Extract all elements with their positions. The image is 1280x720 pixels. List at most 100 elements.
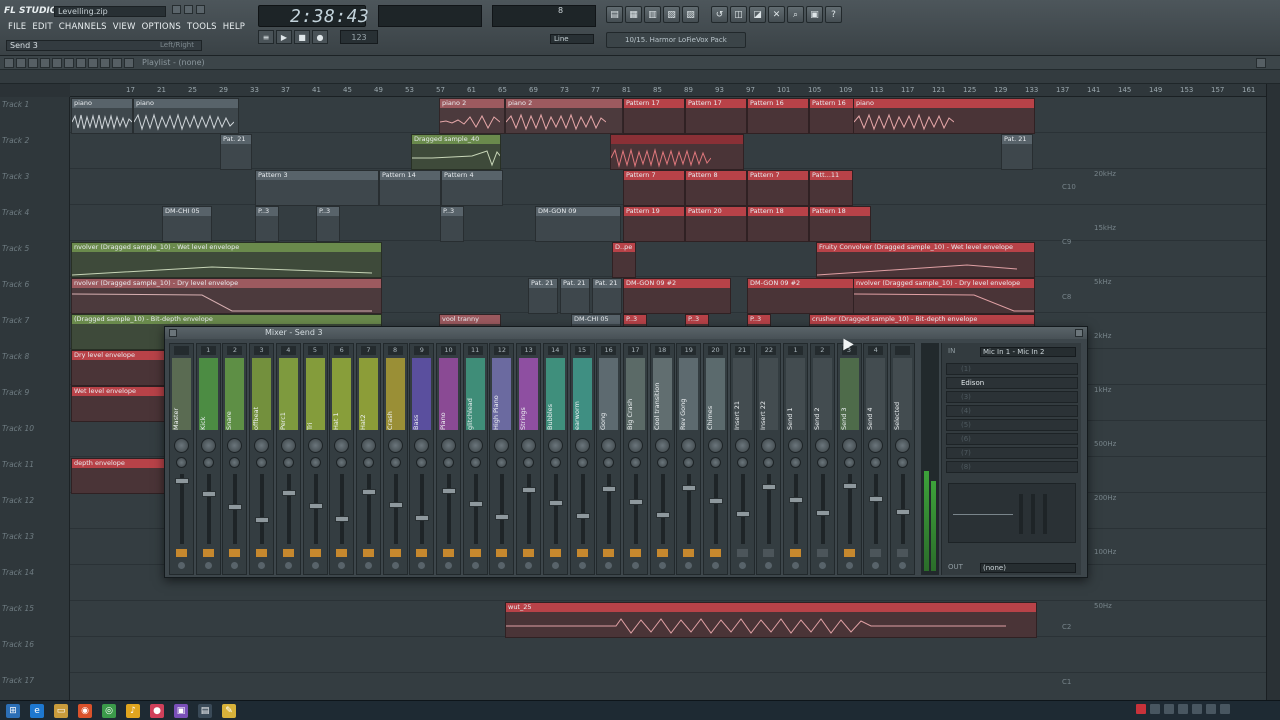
route-button[interactable] bbox=[176, 549, 187, 557]
route-button[interactable] bbox=[469, 549, 481, 557]
menu-file[interactable]: FILE bbox=[8, 22, 26, 34]
volume-fader[interactable] bbox=[682, 485, 697, 491]
clip[interactable]: Pattern 7 bbox=[747, 170, 809, 206]
explorer-icon[interactable]: ▭ bbox=[54, 703, 68, 718]
track-label[interactable]: Track 8 bbox=[2, 352, 29, 361]
strip-led[interactable] bbox=[818, 562, 826, 569]
volume-fader[interactable] bbox=[201, 491, 216, 497]
clip[interactable]: DM-GON 09 bbox=[535, 206, 621, 242]
track-label[interactable]: Track 9 bbox=[2, 388, 29, 397]
record-icon[interactable]: ● bbox=[312, 30, 328, 44]
pan-knob[interactable] bbox=[174, 438, 189, 453]
clip[interactable]: Pattern 17 bbox=[623, 98, 685, 134]
playlist-icon[interactable]: ▤ bbox=[606, 6, 623, 23]
pan-knob[interactable] bbox=[360, 438, 376, 453]
clip[interactable]: piano bbox=[853, 98, 1035, 134]
route-button[interactable] bbox=[443, 549, 454, 557]
minimize-icon[interactable] bbox=[172, 5, 181, 14]
playlist-close-icon[interactable] bbox=[1256, 58, 1266, 68]
mute-tool-icon[interactable] bbox=[64, 58, 74, 68]
track-label[interactable]: Track 5 bbox=[2, 244, 29, 253]
route-button[interactable] bbox=[870, 549, 882, 557]
clip[interactable]: DM-CHI 05 bbox=[162, 206, 212, 242]
mixer-strip[interactable]: 21 Insert 21 bbox=[729, 343, 755, 575]
mixer-strip[interactable]: 11 glitchlead bbox=[462, 343, 488, 575]
tray-icon[interactable] bbox=[1150, 704, 1160, 714]
strip-led[interactable] bbox=[284, 562, 292, 569]
strip-led[interactable] bbox=[845, 562, 853, 569]
volume-fader[interactable] bbox=[815, 510, 830, 516]
clip[interactable]: nvolver (Dragged sample_10) - Dry level … bbox=[71, 278, 382, 314]
clip[interactable]: Pattern 14 bbox=[379, 170, 441, 206]
stereo-knob[interactable] bbox=[256, 457, 268, 468]
track-label[interactable]: Track 6 bbox=[2, 280, 29, 289]
mixer-strip[interactable]: 2 Snare bbox=[222, 343, 248, 575]
volume-fader[interactable] bbox=[442, 488, 456, 494]
route-button[interactable] bbox=[656, 549, 668, 557]
mixer-close-icon[interactable] bbox=[1075, 329, 1083, 337]
strip-led[interactable] bbox=[391, 562, 399, 569]
mixer-strip[interactable]: 22 Insert 22 bbox=[756, 343, 782, 575]
mixer-strip[interactable]: Master bbox=[169, 343, 194, 575]
pan-knob[interactable] bbox=[601, 438, 617, 453]
pan-knob[interactable] bbox=[227, 438, 243, 453]
strip-led[interactable] bbox=[364, 562, 372, 569]
tray-icon[interactable] bbox=[1164, 704, 1174, 714]
firefox-icon[interactable]: ◉ bbox=[78, 703, 92, 718]
app2-icon[interactable]: ▣ bbox=[174, 703, 188, 718]
zoom-tool-icon[interactable] bbox=[112, 58, 122, 68]
clip[interactable]: Pattern 16 bbox=[747, 98, 809, 134]
stereo-knob[interactable] bbox=[896, 457, 908, 468]
strip-led[interactable] bbox=[551, 562, 559, 569]
pan-knob[interactable] bbox=[814, 438, 830, 453]
strip-led[interactable] bbox=[792, 562, 800, 569]
play-icon[interactable]: ▶ bbox=[276, 30, 292, 44]
mixer-strip[interactable]: 4 Perc1 bbox=[275, 343, 301, 575]
strip-led[interactable] bbox=[418, 562, 426, 569]
volume-fader[interactable] bbox=[468, 501, 483, 507]
volume-fader[interactable] bbox=[842, 483, 857, 489]
track-label[interactable]: Track 11 bbox=[2, 460, 34, 469]
volume-fader[interactable] bbox=[895, 509, 910, 515]
stereo-knob[interactable] bbox=[790, 457, 802, 468]
strip-led[interactable] bbox=[872, 562, 880, 569]
route-button[interactable] bbox=[229, 549, 241, 557]
eq-panel[interactable] bbox=[948, 483, 1076, 543]
clip[interactable]: Patt...11 bbox=[809, 170, 853, 206]
route-button[interactable] bbox=[362, 549, 374, 557]
stereo-knob[interactable] bbox=[202, 457, 214, 468]
fx-output-select[interactable]: (none) bbox=[980, 563, 1076, 573]
stereo-knob[interactable] bbox=[870, 457, 882, 468]
volume-fader[interactable] bbox=[281, 490, 296, 496]
strip-led[interactable] bbox=[178, 562, 185, 569]
route-button[interactable] bbox=[896, 549, 908, 557]
stereo-knob[interactable] bbox=[710, 457, 721, 468]
volume-fader[interactable] bbox=[709, 498, 723, 504]
clip[interactable]: Pattern 18 bbox=[747, 206, 809, 242]
route-button[interactable] bbox=[256, 549, 268, 557]
volume-fader[interactable] bbox=[388, 502, 403, 508]
mixer-strip[interactable]: 20 Chimes bbox=[703, 343, 728, 575]
mixer-icon[interactable]: ▨ bbox=[682, 6, 699, 23]
route-button[interactable] bbox=[496, 549, 508, 557]
pan-knob[interactable] bbox=[467, 438, 483, 453]
mixer-strip[interactable]: 8 Crash bbox=[382, 343, 408, 575]
pan-knob[interactable] bbox=[200, 438, 216, 453]
stereo-knob[interactable] bbox=[469, 457, 481, 468]
strip-led[interactable] bbox=[765, 562, 773, 569]
delete-tool-icon[interactable] bbox=[52, 58, 62, 68]
mixer-strip[interactable]: 6 Hat 1 bbox=[329, 343, 355, 575]
tray-icon[interactable] bbox=[1178, 704, 1188, 714]
playback-tool-icon[interactable] bbox=[124, 58, 134, 68]
pattern-selector[interactable]: 123 bbox=[340, 30, 378, 44]
strip-led[interactable] bbox=[445, 562, 452, 569]
volume-fader[interactable] bbox=[522, 487, 537, 493]
pan-knob[interactable] bbox=[494, 438, 510, 453]
browser-icon[interactable]: ▧ bbox=[663, 6, 680, 23]
pat-song-toggle[interactable]: ≡ bbox=[258, 30, 274, 44]
clip[interactable]: Pattern 17 bbox=[685, 98, 747, 134]
stereo-knob[interactable] bbox=[683, 457, 695, 468]
track-label[interactable]: Track 1 bbox=[2, 100, 29, 109]
mixer-strip[interactable]: 1 Kick bbox=[195, 343, 221, 575]
clip[interactable]: Dragged sample_40 bbox=[411, 134, 501, 170]
